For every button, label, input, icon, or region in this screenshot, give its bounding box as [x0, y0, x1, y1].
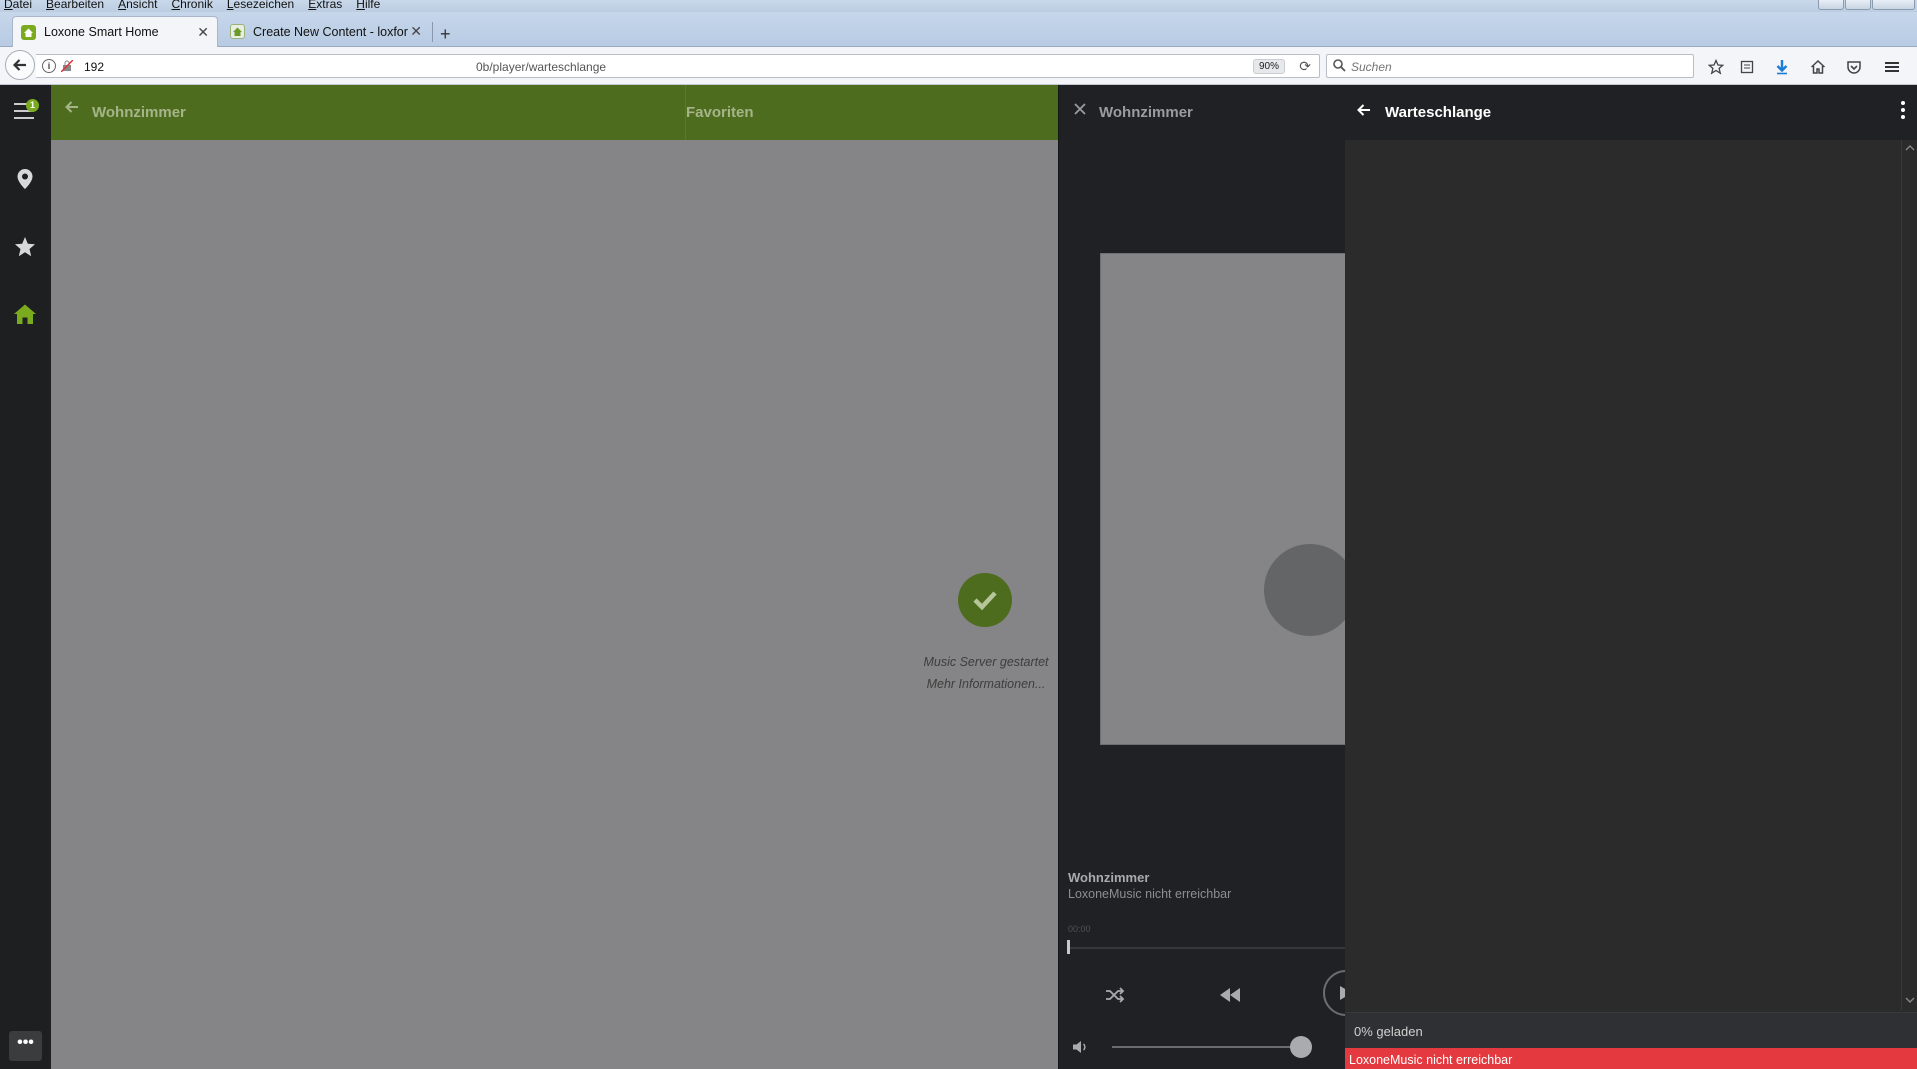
menu-lesezeichen[interactable]: Lesezeichen [227, 0, 294, 12]
zone-name: Wohnzimmer [1068, 870, 1150, 885]
star-icon [15, 237, 35, 257]
status-message: Music Server gestartet [923, 655, 1049, 669]
window-close-button[interactable] [1872, 0, 1915, 10]
screen: Datei Bearbeiten Ansicht Chronik Lesezei… [0, 0, 1917, 1069]
home-icon [14, 304, 36, 324]
insecure-lock-icon [61, 60, 73, 72]
elapsed-time: 00:00 [1068, 924, 1091, 934]
loxone-app: 1 ••• Wohnzimmer Favoriten Music Server … [0, 85, 1917, 1069]
search-bar[interactable] [1326, 54, 1694, 78]
sidebar-item-favorites[interactable] [12, 234, 38, 260]
back-arrow-icon[interactable] [1356, 102, 1372, 118]
menu-bearbeiten[interactable]: Bearbeiten [46, 0, 104, 12]
minimize-button[interactable] [1818, 0, 1844, 10]
url-bar[interactable]: i 192 0b/player/warteschlange 90% ⟳ [36, 54, 1320, 78]
notification-badge: 1 [26, 99, 39, 112]
tab-create-content[interactable]: Create New Content - loxforu ✕ [222, 16, 430, 47]
browser-back-button[interactable] [5, 50, 35, 80]
menu-datei[interactable]: Datei [4, 0, 32, 12]
back-arrow-icon [12, 59, 26, 71]
menu-hilfe[interactable]: Hilfe [356, 0, 380, 12]
volume-thumb[interactable] [1290, 1036, 1312, 1058]
menu-row: Datei Bearbeiten Ansicht Chronik Lesezei… [4, 0, 394, 12]
progress-thumb[interactable] [1067, 940, 1070, 954]
url-path: 0b/player/warteschlange [476, 60, 607, 74]
navigation-bar: i 192 0b/player/warteschlange 90% ⟳ [0, 47, 1917, 85]
overflow-menu-icon[interactable] [1901, 101, 1905, 122]
url-host: 192 [84, 60, 105, 74]
tab-close-icon[interactable]: ✕ [197, 24, 209, 41]
loading-status: 0% geladen [1345, 1012, 1917, 1048]
menu-ansicht[interactable]: Ansicht [118, 0, 157, 12]
previous-button[interactable] [1219, 987, 1241, 1003]
menu-chronik[interactable]: Chronik [171, 0, 212, 12]
player-title: Wohnzimmer [1099, 104, 1193, 121]
sidebar-item-home[interactable] [12, 301, 38, 327]
shuffle-icon [1106, 987, 1125, 1003]
bookmark-star-icon[interactable] [1706, 57, 1726, 77]
rewind-icon [1220, 988, 1240, 1002]
close-icon[interactable] [1072, 101, 1088, 117]
maximize-button[interactable] [1845, 0, 1871, 10]
tab-close-icon[interactable]: ✕ [410, 23, 422, 40]
tab-bar: Loxone Smart Home ✕ Create New Content -… [0, 12, 1917, 47]
favorites-label[interactable]: Favoriten [686, 104, 754, 121]
home-icon[interactable] [1808, 57, 1828, 77]
queue-title: Warteschlange [1385, 104, 1492, 121]
player-panel: Wohnzimmer Wohnzimmer LoxoneMusic nicht … [1058, 85, 1345, 1069]
room-title: Wohnzimmer [92, 104, 186, 121]
app-sidebar: 1 ••• [0, 85, 51, 1069]
queue-header: Warteschlange [1345, 85, 1917, 140]
reading-list-icon[interactable] [1737, 57, 1757, 77]
more-info-link[interactable]: Mehr Informationen... [896, 677, 1076, 691]
progress-track[interactable] [1068, 947, 1345, 949]
play-button[interactable] [1323, 970, 1345, 1016]
more-button[interactable]: ••• [9, 1031, 42, 1061]
tab-loxone[interactable]: Loxone Smart Home ✕ [12, 16, 218, 47]
loaded-text: 0% geladen [1354, 1024, 1423, 1039]
browser-menubar: Datei Bearbeiten Ansicht Chronik Lesezei… [0, 0, 1917, 12]
download-icon[interactable] [1772, 57, 1792, 77]
info-icon[interactable]: i [42, 59, 56, 73]
scroll-up-icon[interactable] [1905, 144, 1915, 152]
new-tab-button[interactable]: + [440, 25, 451, 43]
tab-label: Create New Content - loxforu [253, 24, 408, 39]
error-banner: LoxoneMusic nicht erreichbar [1345, 1048, 1917, 1069]
disc-placeholder-icon [1264, 544, 1345, 636]
zoom-indicator[interactable]: 90% [1252, 59, 1285, 74]
reload-icon[interactable]: ⟳ [1299, 58, 1311, 75]
shuffle-button[interactable] [1105, 987, 1125, 1003]
back-arrow-icon[interactable] [64, 99, 80, 115]
queue-scrollbar[interactable] [1901, 140, 1917, 1010]
search-input[interactable] [1351, 58, 1681, 75]
tab-divider [432, 22, 433, 42]
queue-panel: Warteschlange 0% geladen LoxoneMusic nic… [1345, 85, 1917, 1069]
forum-favicon-icon [230, 24, 245, 39]
tab-label: Loxone Smart Home [44, 25, 159, 39]
volume-icon[interactable] [1072, 1039, 1088, 1055]
menu-extras[interactable]: Extras [308, 0, 342, 12]
pocket-icon[interactable] [1844, 57, 1864, 77]
zone-status: LoxoneMusic nicht erreichbar [1068, 887, 1232, 901]
search-icon [1333, 59, 1346, 72]
room-header: Wohnzimmer Favoriten [51, 85, 1058, 140]
scroll-down-icon[interactable] [1905, 996, 1915, 1004]
sidebar-item-rooms[interactable] [12, 166, 38, 192]
error-text: LoxoneMusic nicht erreichbar [1349, 1053, 1513, 1067]
success-check-icon [958, 573, 1012, 627]
hamburger-menu-icon[interactable] [1882, 57, 1902, 77]
location-pin-icon [17, 169, 33, 189]
volume-slider[interactable] [1112, 1046, 1302, 1048]
dimmed-content-overlay [51, 140, 1058, 1069]
album-cover [1100, 253, 1345, 745]
loxone-favicon-icon [21, 24, 36, 40]
